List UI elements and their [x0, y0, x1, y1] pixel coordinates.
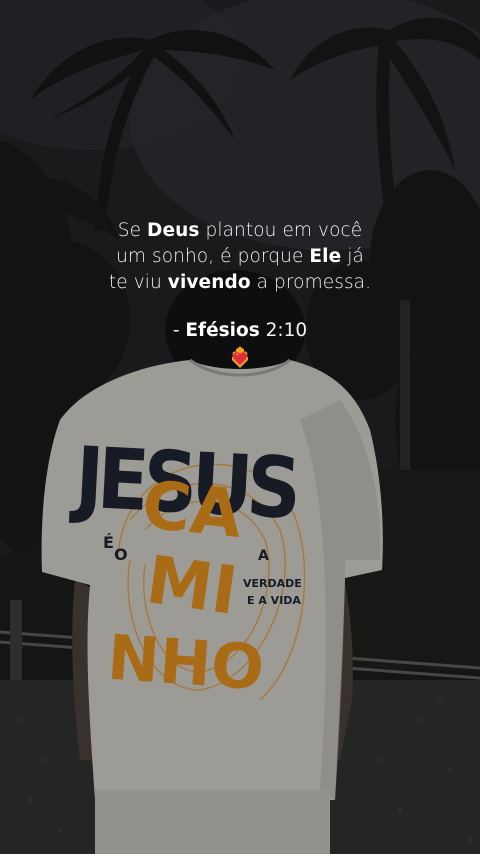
quote-emphasis-ele: Ele [309, 246, 342, 267]
quote-line-2: um sonho, é porque Ele já [116, 246, 364, 267]
quote-text: Se Deus plantou em você um sonho, é porq… [0, 218, 480, 296]
heart-on-fire-icon [231, 346, 249, 368]
quote-line-1: Se Deus plantou em você [117, 220, 363, 241]
quote-emphasis-deus: Deus [147, 220, 200, 241]
quote-emphasis-vivendo: vivendo [167, 272, 251, 293]
quote-line-3: te viu vivendo a promessa. [108, 272, 372, 293]
verse-book: Efésios [185, 320, 260, 341]
verse-reference: - Efésios 2:10 [172, 320, 308, 341]
dim-overlay [0, 0, 480, 854]
story-canvas: JESUS É O CA MI NHO A VERDADE E A VIDA S… [0, 0, 480, 854]
verse-number: 2:10 [259, 320, 308, 341]
